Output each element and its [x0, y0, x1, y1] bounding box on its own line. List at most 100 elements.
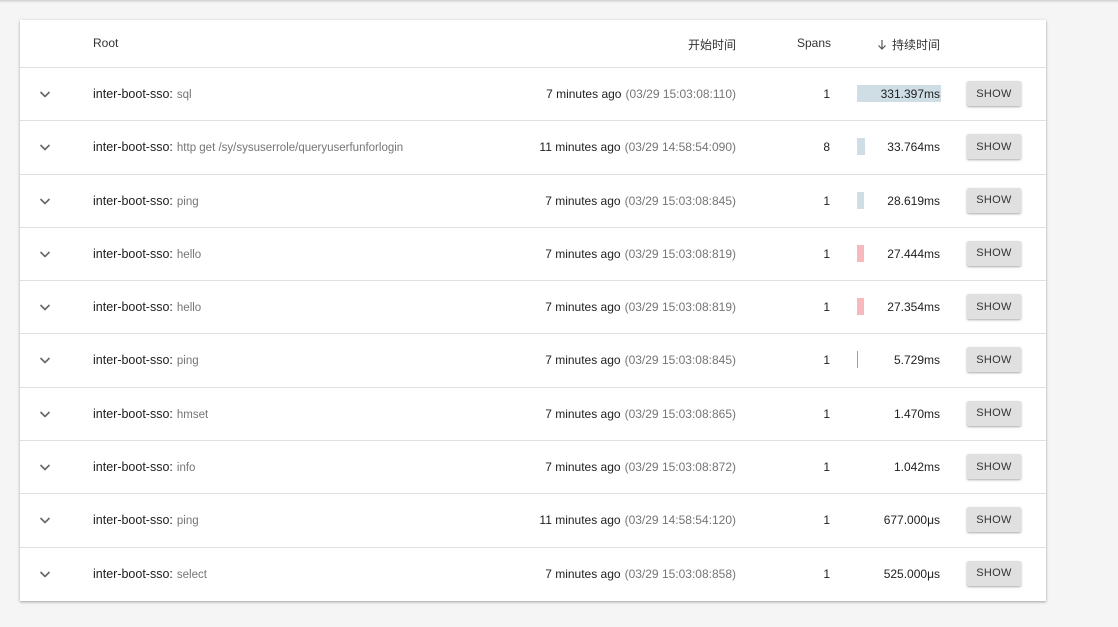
table-row[interactable]: inter-boot-sso:hello 7 minutes ago (03/29…	[20, 281, 1046, 334]
chevron-down-icon[interactable]	[38, 247, 52, 261]
operation-name: ping	[177, 355, 199, 367]
start-time: 7 minutes ago (03/29 15:03:08:819)	[545, 247, 736, 261]
service-name: inter-boot-sso:	[93, 87, 173, 101]
start-relative: 7 minutes ago	[545, 300, 620, 314]
table-row[interactable]: inter-boot-sso:hmset 7 minutes ago(03/29…	[20, 388, 1046, 441]
service-name: inter-boot-sso:	[93, 140, 173, 154]
start-relative: 7 minutes ago	[545, 194, 620, 208]
table-header: Root 开始时间 Spans 持续时间	[20, 20, 1046, 68]
operation-name: hello	[177, 249, 201, 261]
trace-name: inter-boot-sso: ping	[93, 353, 199, 367]
operation-name: ping	[177, 515, 199, 527]
start-time: 7 minutes ago(03/29 15:03:08:110)	[546, 87, 736, 101]
top-app-bar-shadow	[0, 0, 1118, 3]
table-row[interactable]: inter-boot-sso:hello 7 minutes ago(03/29…	[20, 228, 1046, 281]
show-button[interactable]: SHOW	[967, 241, 1021, 266]
start-relative: 7 minutes ago	[545, 353, 620, 367]
duration-value: 27.354ms	[887, 300, 940, 314]
trace-name: inter-boot-sso: info	[93, 460, 195, 474]
start-relative: 11 minutes ago	[539, 513, 620, 527]
start-absolute: (03/29 15:03:08:865)	[625, 407, 736, 421]
show-button[interactable]: SHOW	[967, 454, 1021, 479]
show-button[interactable]: SHOW	[967, 81, 1021, 106]
start-absolute: (03/29 15:03:08:819)	[625, 300, 736, 314]
start-time: 7 minutes ago (03/29 15:03:08:819)	[545, 300, 736, 314]
duration-value: 1.042ms	[894, 460, 940, 474]
duration-value: 33.764ms	[887, 140, 940, 154]
start-time: 7 minutes ago (03/29 15:03:08:845)	[545, 194, 736, 208]
operation-name: info	[177, 462, 196, 474]
span-count: 1	[802, 353, 830, 367]
start-absolute: (03/29 14:58:54:120)	[625, 513, 736, 527]
start-time: 11 minutes ago (03/29 14:58:54:120)	[539, 513, 736, 527]
service-name: inter-boot-sso:	[93, 567, 173, 581]
chevron-down-icon[interactable]	[38, 567, 52, 581]
span-count: 1	[802, 194, 830, 208]
start-absolute: (03/29 15:03:08:819)	[625, 247, 736, 261]
show-button[interactable]: SHOW	[967, 561, 1021, 586]
duration-bar	[857, 298, 864, 315]
operation-name: sql	[177, 89, 192, 101]
chevron-down-icon[interactable]	[38, 513, 52, 527]
service-name: inter-boot-sso:	[93, 194, 173, 208]
start-relative: 7 minutes ago	[545, 247, 620, 261]
span-count: 1	[802, 300, 830, 314]
chevron-down-icon[interactable]	[38, 194, 52, 208]
table-row[interactable]: inter-boot-sso: info 7 minutes ago (03/29 …	[20, 441, 1046, 494]
span-count: 1	[802, 407, 830, 421]
duration-value: 1.470ms	[894, 407, 940, 421]
table-row[interactable]: inter-boot-sso: sql 7 minutes ago(03/29 1…	[20, 68, 1046, 121]
show-button[interactable]: SHOW	[967, 401, 1021, 426]
chevron-down-icon[interactable]	[38, 300, 52, 314]
header-spans[interactable]: Spans	[797, 36, 831, 50]
show-button[interactable]: SHOW	[967, 188, 1021, 213]
duration-bar	[857, 351, 858, 368]
chevron-down-icon[interactable]	[38, 407, 52, 421]
start-absolute: (03/29 15:03:08:872)	[625, 460, 736, 474]
duration-value: 27.444ms	[887, 247, 940, 261]
service-name: inter-boot-sso:	[93, 353, 173, 367]
show-button[interactable]: SHOW	[967, 294, 1021, 319]
header-duration[interactable]: 持续时间	[876, 36, 940, 53]
service-name: inter-boot-sso:	[93, 513, 173, 527]
service-name: inter-boot-sso:	[93, 300, 173, 314]
operation-name: ping	[177, 196, 199, 208]
trace-name: inter-boot-sso:hello	[93, 300, 201, 314]
service-name: inter-boot-sso:	[93, 460, 173, 474]
start-time: 7 minutes ago(03/29 15:03:08:858)	[545, 567, 736, 581]
start-absolute: (03/29 15:03:08:845)	[625, 194, 736, 208]
header-start-time[interactable]: 开始时间	[688, 36, 736, 53]
header-root[interactable]: Root	[93, 36, 118, 50]
span-count: 1	[802, 567, 830, 581]
start-time: 7 minutes ago(03/29 15:03:08:845)	[545, 353, 736, 367]
header-duration-label: 持续时间	[892, 36, 940, 53]
table-row[interactable]: inter-boot-sso: ping 11 minutes ago (03/29…	[20, 494, 1046, 547]
table-row[interactable]: inter-boot-sso:select 7 minutes ago(03/2…	[20, 548, 1046, 600]
duration-bar	[857, 138, 865, 155]
duration-value: 525.000μs	[884, 567, 940, 581]
trace-list-panel: Root 开始时间 Spans 持续时间 inter-boot-sso: sql …	[20, 20, 1046, 601]
chevron-down-icon[interactable]	[38, 140, 52, 154]
operation-name: http get /sy/sysuserrole/queryuserfunfor…	[177, 142, 403, 154]
chevron-down-icon[interactable]	[38, 353, 52, 367]
span-count: 1	[802, 247, 830, 261]
trace-name: inter-boot-sso: sql	[93, 87, 192, 101]
table-row[interactable]: inter-boot-sso: ping 7 minutes ago(03/29 …	[20, 334, 1046, 387]
table-row[interactable]: inter-boot-sso: ping 7 minutes ago (03/29 …	[20, 175, 1046, 228]
start-absolute: (03/29 15:03:08:110)	[625, 87, 736, 101]
duration-value: 677.000μs	[884, 513, 940, 527]
chevron-down-icon[interactable]	[38, 87, 52, 101]
chevron-down-icon[interactable]	[38, 460, 52, 474]
show-button[interactable]: SHOW	[967, 507, 1021, 532]
duration-bar	[857, 192, 864, 209]
trace-name: inter-boot-sso:select	[93, 567, 207, 581]
show-button[interactable]: SHOW	[967, 134, 1021, 159]
span-count: 1	[802, 460, 830, 474]
trace-name: inter-boot-sso: http get /sy/sysuserrole/…	[93, 140, 403, 154]
start-relative: 7 minutes ago	[545, 460, 620, 474]
show-button[interactable]: SHOW	[967, 347, 1021, 372]
duration-value: 28.619ms	[887, 194, 940, 208]
table-row[interactable]: inter-boot-sso: http get /sy/sysuserrole/…	[20, 121, 1046, 174]
span-count: 1	[802, 87, 830, 101]
span-count: 8	[802, 140, 830, 154]
